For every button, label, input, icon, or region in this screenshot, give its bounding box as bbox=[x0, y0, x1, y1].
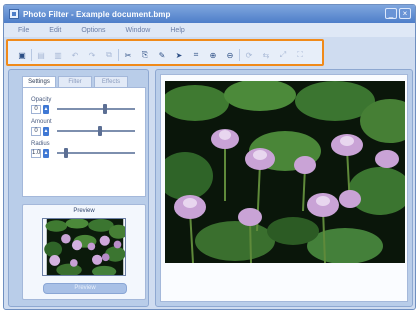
menu-edit[interactable]: Edit bbox=[49, 27, 61, 34]
slider-track[interactable] bbox=[57, 126, 135, 136]
slider-thumb[interactable] bbox=[103, 104, 107, 114]
slider-track[interactable] bbox=[57, 148, 135, 158]
preview-box: Preview Preview bbox=[22, 204, 146, 300]
rotate-icon[interactable]: ⟳ bbox=[243, 49, 255, 61]
opacity-value-input[interactable]: 0 bbox=[31, 104, 41, 114]
menu-options[interactable]: Options bbox=[81, 27, 105, 34]
copy-icon[interactable]: ⧉ bbox=[103, 49, 115, 61]
slider-opacity: Opacity 0 ▲ bbox=[31, 96, 139, 114]
menu-help[interactable]: Help bbox=[170, 27, 184, 34]
window-title: Photo Filter - Example document.bmp bbox=[23, 9, 171, 19]
slider-label: Amount bbox=[31, 119, 52, 125]
close-button[interactable]: × bbox=[399, 8, 411, 19]
resize-icon[interactable]: ⤢ bbox=[277, 49, 289, 61]
open-icon[interactable]: ▣ bbox=[16, 49, 28, 61]
slider-radius: Radius 1.0 ▲ bbox=[31, 140, 139, 158]
flip-icon[interactable]: ⇆ bbox=[260, 49, 272, 61]
redo-icon[interactable]: ↷ bbox=[86, 49, 98, 61]
title-bar[interactable]: Photo Filter - Example document.bmp _ × bbox=[4, 5, 415, 23]
toolbar-separator bbox=[118, 49, 119, 61]
spin-button[interactable]: ▲ bbox=[43, 148, 49, 158]
tab-settings[interactable]: Settings bbox=[22, 76, 56, 87]
toolbar-separator bbox=[239, 49, 240, 61]
adjust-tabs: Settings Filter Effects bbox=[22, 76, 130, 87]
toolbar-separator bbox=[31, 49, 32, 61]
crop-icon[interactable]: ⌗ bbox=[190, 49, 202, 61]
zoom-out-icon[interactable]: ⊖ bbox=[224, 49, 236, 61]
minimize-button[interactable]: _ bbox=[385, 8, 397, 19]
fit-icon[interactable]: ⛶ bbox=[294, 49, 306, 61]
toolbar: ▣ ▤ ▥ ↶ ↷ ⧉ ✂ ⎘ ✎ ➤ ⌗ ⊕ ⊖ ⟳ ⇆ ⤢ ⛶ bbox=[6, 39, 324, 66]
tab-effects[interactable]: Effects bbox=[94, 76, 128, 87]
tab-filter[interactable]: Filter bbox=[58, 76, 92, 87]
cut-icon[interactable]: ✂ bbox=[122, 49, 134, 61]
preview-title: Preview bbox=[73, 208, 95, 214]
slider-box: Opacity 0 ▲ Amount 0 ▲ Radius 1.0 ▲ bbox=[22, 87, 146, 197]
radius-value-input[interactable]: 1.0 bbox=[31, 148, 41, 158]
app-window: Photo Filter - Example document.bmp _ × … bbox=[3, 4, 416, 310]
adjustments-panel: Settings Filter Effects Opacity 0 ▲ Amou… bbox=[8, 69, 149, 307]
brush-icon[interactable]: ✎ bbox=[156, 49, 168, 61]
preview-thumbnail bbox=[42, 218, 126, 276]
main-photo bbox=[165, 81, 405, 263]
slider-label: Radius bbox=[31, 141, 50, 147]
spin-button[interactable]: ▲ bbox=[43, 104, 49, 114]
paste-icon[interactable]: ⎘ bbox=[139, 49, 151, 61]
pointer-icon[interactable]: ➤ bbox=[173, 49, 185, 61]
water-lily-thumbnail-image bbox=[44, 219, 125, 275]
image-canvas[interactable] bbox=[160, 74, 408, 302]
slider-thumb[interactable] bbox=[98, 126, 102, 136]
preview-button[interactable]: Preview bbox=[43, 283, 127, 294]
slider-amount: Amount 0 ▲ bbox=[31, 118, 139, 136]
save-icon[interactable]: ▤ bbox=[35, 49, 47, 61]
menu-window[interactable]: Window bbox=[125, 27, 150, 34]
amount-value-input[interactable]: 0 bbox=[31, 126, 41, 136]
slider-label: Opacity bbox=[31, 97, 52, 103]
zoom-in-icon[interactable]: ⊕ bbox=[207, 49, 219, 61]
spin-button[interactable]: ▲ bbox=[43, 126, 49, 136]
undo-icon[interactable]: ↶ bbox=[69, 49, 81, 61]
menu-file[interactable]: File bbox=[18, 27, 29, 34]
app-icon bbox=[9, 9, 19, 19]
menu-bar: File Edit Options Window Help bbox=[4, 23, 415, 37]
slider-track[interactable] bbox=[57, 104, 135, 114]
slider-thumb[interactable] bbox=[64, 148, 68, 158]
image-panel bbox=[155, 69, 413, 307]
water-lily-photo-image bbox=[165, 81, 405, 263]
print-icon[interactable]: ▥ bbox=[52, 49, 64, 61]
